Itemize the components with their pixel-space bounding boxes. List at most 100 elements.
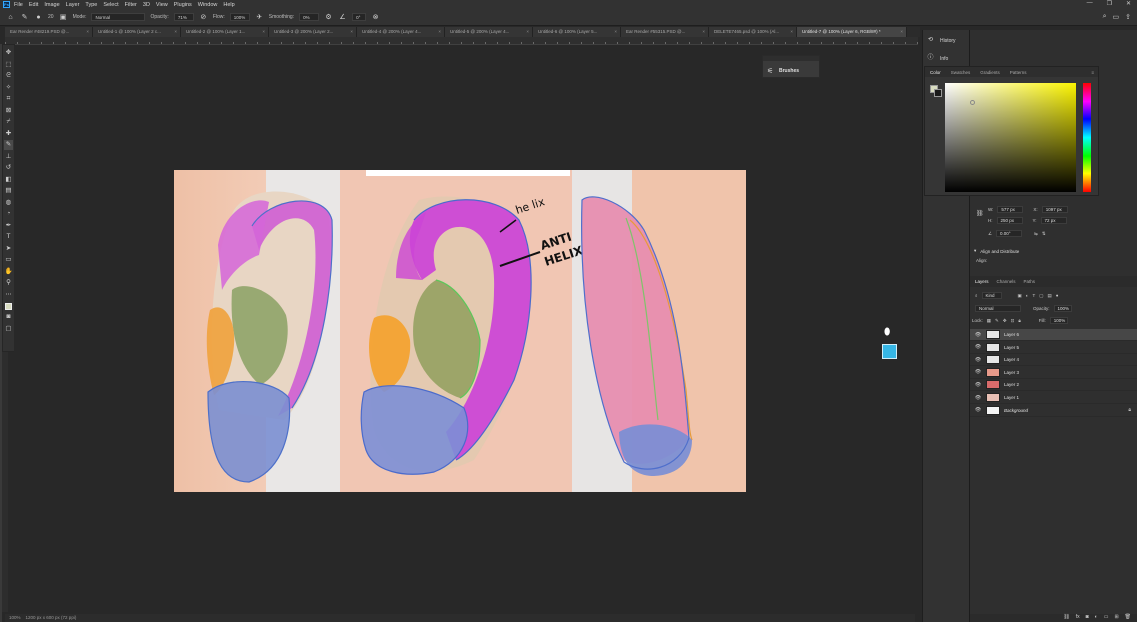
x-field[interactable]: 1097 px <box>1041 206 1068 213</box>
layer-kind-select[interactable]: Kind <box>981 292 1002 299</box>
layer-style-icon[interactable]: fx <box>1076 614 1080 622</box>
filter-shape-icon[interactable]: ▢ <box>1039 293 1043 299</box>
filter-type-icon[interactable]: T <box>1033 293 1036 298</box>
close-tab-icon[interactable]: × <box>526 27 529 37</box>
new-group-icon[interactable]: ▭ <box>1104 614 1109 622</box>
link-layers-icon[interactable]: ⛓ <box>1063 614 1069 622</box>
zoom-tool-icon[interactable]: ⚲ <box>4 278 13 288</box>
brush-settings-icon[interactable]: ▣ <box>59 13 68 22</box>
layer-row[interactable]: 👁︎ Background 🔒︎ <box>970 405 1137 417</box>
filter-pixel-icon[interactable]: ▣ <box>1018 293 1022 299</box>
close-tab-icon[interactable]: × <box>614 27 617 37</box>
close-tab-icon[interactable]: × <box>790 27 793 37</box>
opacity-field[interactable]: 71% <box>173 13 194 21</box>
smoothing-gear-icon[interactable]: ⚙ <box>324 13 333 22</box>
flip-vertical-icon[interactable]: ⇅ <box>1042 231 1046 237</box>
document-tab[interactable]: DELETE7465.psd @ 100% (Al... × <box>709 27 797 37</box>
align-collapse-icon[interactable]: ▾ <box>974 248 976 254</box>
marquee-tool-icon[interactable]: ⬚ <box>4 60 13 70</box>
visibility-eye-icon[interactable]: 👁︎ <box>974 382 982 388</box>
blend-mode-select[interactable]: Normal <box>975 305 1021 312</box>
fill-field[interactable]: 100% <box>1049 317 1068 324</box>
layer-row[interactable]: 👁︎ Layer 3 <box>970 367 1137 379</box>
document-tab[interactable]: Ear Render #48219.PSD @... × <box>5 27 93 37</box>
menu-type[interactable]: Type <box>85 2 97 8</box>
tab-swatches[interactable]: Swatches <box>951 70 971 75</box>
visibility-eye-icon[interactable]: 👁︎ <box>974 344 982 350</box>
foreground-color-swatch[interactable] <box>5 303 12 310</box>
close-tab-icon[interactable]: × <box>86 27 89 37</box>
info-panel-button[interactable]: ⓘ Info <box>927 55 948 62</box>
menu-view[interactable]: View <box>156 2 168 8</box>
visibility-eye-icon[interactable]: 👁︎ <box>974 332 982 338</box>
hand-tool-icon[interactable]: ✋ <box>4 267 13 277</box>
document-tab[interactable]: Untitled-4 @ 200% (Layer 4... × <box>357 27 445 37</box>
add-mask-icon[interactable]: ◙ <box>1086 614 1089 622</box>
brush-tool-icon[interactable]: ✎ <box>4 140 13 150</box>
eraser-tool-icon[interactable]: ◧ <box>4 175 13 185</box>
tab-paths[interactable]: Paths <box>1024 279 1036 284</box>
mode-select[interactable]: Normal <box>91 13 146 21</box>
frame-tool-icon[interactable]: ⊠ <box>4 106 13 116</box>
filter-adjustment-icon[interactable]: ◐ <box>1026 293 1029 298</box>
eyedropper-tool-icon[interactable]: ⌿ <box>4 117 13 127</box>
type-tool-icon[interactable]: T <box>4 232 13 242</box>
delete-layer-icon[interactable]: 🗑︎ <box>1125 614 1131 622</box>
visibility-eye-icon[interactable]: 👁︎ <box>974 395 982 401</box>
magic-wand-tool-icon[interactable]: ✧ <box>4 83 13 93</box>
more-tools-icon[interactable]: ⋯ <box>4 290 13 300</box>
visibility-eye-icon[interactable]: 👁︎ <box>974 369 982 375</box>
home-icon[interactable]: ⌂ <box>6 13 15 22</box>
workspace-icon[interactable]: ▭ <box>1113 13 1120 21</box>
layer-row[interactable]: 👁︎ Layer 6 <box>970 329 1137 341</box>
history-panel-button[interactable]: ⟲ History <box>927 37 956 44</box>
layer-row[interactable]: 👁︎ Layer 4 <box>970 354 1137 367</box>
search-icon[interactable]: ⌕ <box>1103 13 1107 21</box>
hue-slider[interactable] <box>1083 83 1091 192</box>
menu-file[interactable]: File <box>14 2 23 8</box>
layer-opacity-field[interactable]: 100% <box>1053 305 1072 312</box>
color-background-swatch[interactable] <box>934 89 942 97</box>
close-tab-icon[interactable]: × <box>174 27 177 37</box>
document-tab[interactable]: Untitled-2 @ 100% (Layer 1... × <box>181 27 269 37</box>
close-button[interactable]: ✕ <box>1126 0 1131 7</box>
visibility-eye-icon[interactable]: 👁︎ <box>974 407 982 413</box>
layer-row[interactable]: 👁︎ Layer 2 <box>970 379 1137 392</box>
angle-field[interactable]: 0.00° <box>996 230 1023 237</box>
path-selection-tool-icon[interactable]: ➤ <box>4 244 13 254</box>
symmetry-icon[interactable]: ⊗ <box>371 13 380 22</box>
tab-gradients[interactable]: Gradients <box>980 70 1000 75</box>
smoothing-field[interactable]: 0% <box>299 13 320 21</box>
gradient-tool-icon[interactable]: ▤ <box>4 186 13 196</box>
menu-image[interactable]: Image <box>44 2 59 8</box>
tab-patterns[interactable]: Patterns <box>1010 70 1027 75</box>
menu-filter[interactable]: Filter <box>125 2 137 8</box>
brush-size-icon[interactable]: ● <box>34 13 43 22</box>
brush-tool-preset-icon[interactable]: ✎ <box>20 13 29 22</box>
close-tab-icon[interactable]: × <box>438 27 441 37</box>
pressure-opacity-icon[interactable]: ⊘ <box>199 13 208 22</box>
menu-help[interactable]: Help <box>223 2 234 8</box>
close-tab-icon[interactable]: × <box>702 27 705 37</box>
close-tab-icon[interactable]: × <box>900 27 903 37</box>
brushes-panel-header[interactable] <box>763 56 819 61</box>
tab-layers[interactable]: Layers <box>975 279 989 284</box>
new-layer-icon[interactable]: ⊞ <box>1114 614 1118 622</box>
share-icon[interactable]: ⇪ <box>1125 13 1131 21</box>
move-tool-icon[interactable]: ✥ <box>4 48 13 58</box>
menu-window[interactable]: Window <box>198 2 218 8</box>
brushes-panel[interactable]: ⚟ Brushes <box>762 55 820 78</box>
document-tab[interactable]: Ear Render #55315.PSD @... × <box>621 27 709 37</box>
maximize-button[interactable]: ❐ <box>1107 0 1112 7</box>
lock-artboard-icon[interactable]: ⊡ <box>1011 318 1015 324</box>
menu-select[interactable]: Select <box>103 2 118 8</box>
tab-channels[interactable]: Channels <box>997 279 1016 284</box>
angle-field[interactable]: 0° <box>352 13 367 21</box>
history-brush-tool-icon[interactable]: ↺ <box>4 163 13 173</box>
dodge-tool-icon[interactable]: ◔ <box>4 209 13 219</box>
shape-tool-icon[interactable]: ▭ <box>4 255 13 265</box>
lock-transparent-icon[interactable]: ▦ <box>987 318 991 324</box>
status-zoom[interactable]: 100% <box>9 615 21 620</box>
document-tab[interactable]: Untitled-7 @ 100% (Layer 6, RGB/8#) * × <box>797 27 907 37</box>
menu-edit[interactable]: Edit <box>29 2 38 8</box>
